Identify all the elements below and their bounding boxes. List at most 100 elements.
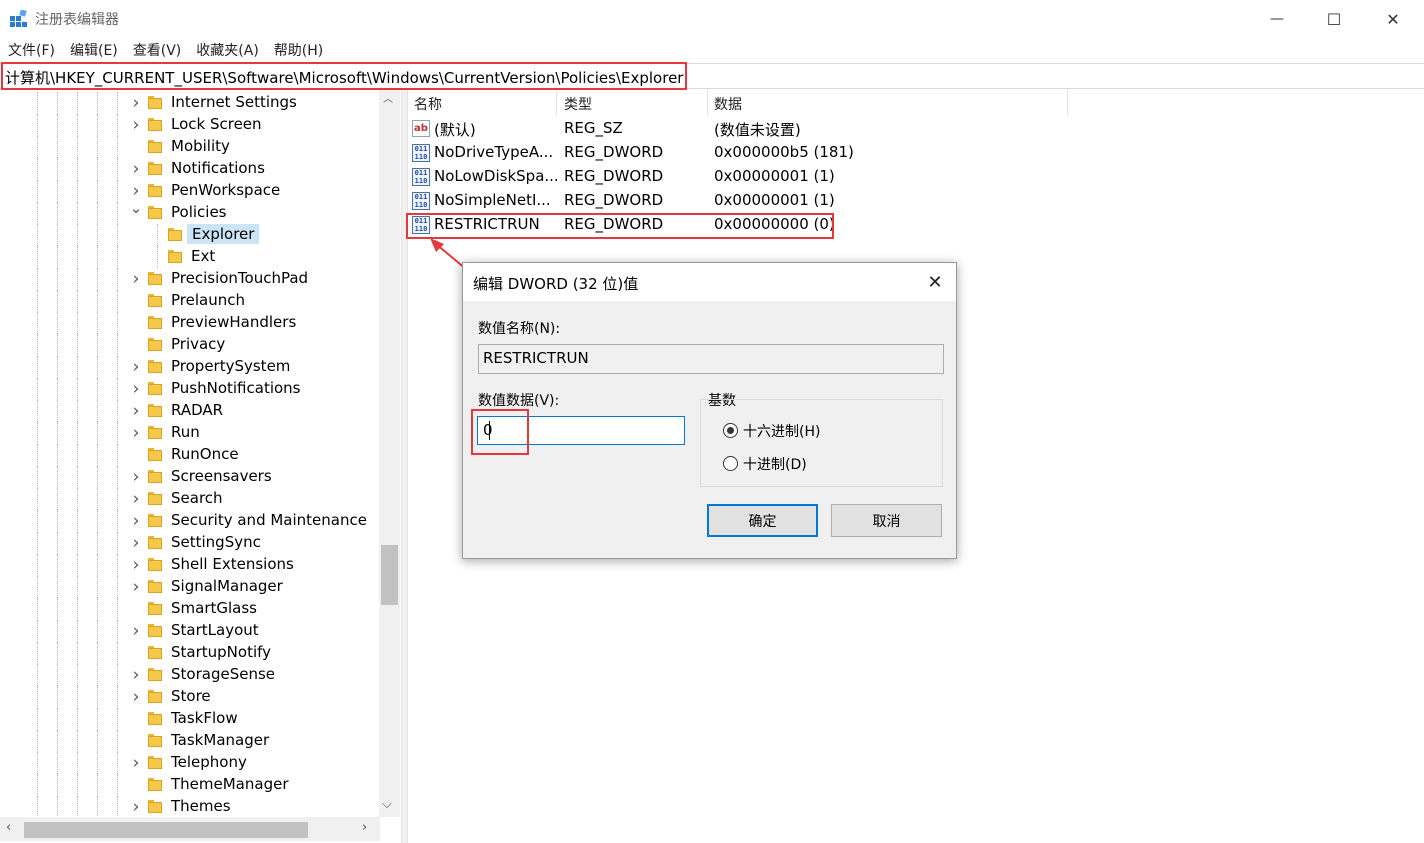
expand-chevron-icon[interactable]: › <box>129 576 143 598</box>
close-button[interactable]: ✕ <box>1364 0 1422 38</box>
tree-guide-line <box>117 290 118 312</box>
tree-item[interactable]: › Run <box>0 422 380 444</box>
expand-chevron-icon[interactable]: › <box>129 620 143 642</box>
folder-icon <box>148 404 162 418</box>
expand-chevron-icon[interactable]: › <box>129 466 143 488</box>
tree-item[interactable]: Explorer <box>0 224 380 246</box>
hex-radio-label[interactable]: 十六进制(H) <box>743 421 820 441</box>
tree-item[interactable]: › Notifications <box>0 158 380 180</box>
ok-button[interactable]: 确定 <box>707 504 818 537</box>
tree-item[interactable]: › SignalManager <box>0 576 380 598</box>
tree-item[interactable]: › Telephony <box>0 752 380 774</box>
dialog-close-icon[interactable]: ✕ <box>918 268 952 296</box>
minimize-button[interactable]: — <box>1248 0 1306 38</box>
expand-chevron-icon[interactable]: › <box>129 510 143 532</box>
tree-item[interactable]: › Themes <box>0 796 380 817</box>
expand-chevron-icon[interactable]: › <box>129 378 143 400</box>
maximize-button[interactable]: ☐ <box>1305 0 1363 38</box>
decimal-radio[interactable] <box>723 456 738 471</box>
menu-favorites[interactable]: 收藏夹(A) <box>188 40 266 60</box>
column-divider[interactable] <box>1067 90 1068 116</box>
menu-view[interactable]: 查看(V) <box>125 40 189 60</box>
expand-chevron-icon[interactable]: › <box>129 158 143 180</box>
expand-chevron-icon[interactable]: › <box>129 92 143 114</box>
folder-icon <box>148 514 162 528</box>
column-header-data[interactable]: 数据 <box>714 94 742 114</box>
tree-item[interactable]: › PrecisionTouchPad <box>0 268 380 290</box>
tree-vertical-scroll-thumb[interactable] <box>381 545 398 605</box>
expand-chevron-icon[interactable]: › <box>129 796 143 817</box>
expand-chevron-icon[interactable]: › <box>129 400 143 422</box>
list-row-restrictrun[interactable]: 011 110 RESTRICTRUN REG_DWORD 0x00000000 … <box>408 213 1424 237</box>
address-path[interactable]: 计算机\HKEY_CURRENT_USER\Software\Microsoft… <box>5 67 683 88</box>
tree-item[interactable]: Mobility <box>0 136 380 158</box>
tree-item[interactable]: › Shell Extensions <box>0 554 380 576</box>
menu-edit[interactable]: 编辑(E) <box>62 40 125 60</box>
scroll-right-arrow-icon[interactable]: › <box>362 820 367 835</box>
tree-item[interactable]: › Screensavers <box>0 466 380 488</box>
expand-chevron-icon[interactable]: › <box>129 422 143 444</box>
scroll-up-arrow-icon[interactable]: ︿ <box>383 90 393 105</box>
expand-chevron-icon[interactable]: › <box>129 554 143 576</box>
scroll-left-arrow-icon[interactable]: ‹ <box>6 820 11 835</box>
value-data-input[interactable]: 0 <box>477 416 685 445</box>
tree-item[interactable]: › PropertySystem <box>0 356 380 378</box>
tree-horizontal-scroll-thumb[interactable] <box>24 822 308 838</box>
key-tree[interactable]: › Internet Settings › Lock Screen Mobility › N… <box>0 90 401 817</box>
tree-guide-line <box>97 620 98 642</box>
expand-chevron-icon[interactable]: › <box>129 752 143 774</box>
tree-item[interactable]: SmartGlass <box>0 598 380 620</box>
tree-item[interactable]: › PushNotifications <box>0 378 380 400</box>
tree-item[interactable]: › PenWorkspace <box>0 180 380 202</box>
list-row[interactable]: 011 110 NoSimpleNetI... REG_DWORD 0x00000… <box>408 189 1424 213</box>
expand-chevron-icon[interactable]: › <box>129 114 143 136</box>
tree-item[interactable]: › StartLayout <box>0 620 380 642</box>
tree-item[interactable]: › Lock Screen <box>0 114 380 136</box>
collapse-chevron-icon[interactable]: ⌄ <box>129 197 143 219</box>
address-bar[interactable]: 计算机\HKEY_CURRENT_USER\Software\Microsoft… <box>0 63 1424 89</box>
tree-item[interactable]: Privacy <box>0 334 380 356</box>
tree-item-label: Internet Settings <box>171 93 297 111</box>
tree-item[interactable]: › RADAR <box>0 400 380 422</box>
folder-icon <box>148 536 162 550</box>
expand-chevron-icon[interactable]: › <box>129 356 143 378</box>
tree-vertical-scrollbar[interactable]: ︿ ⌵ <box>379 90 400 817</box>
expand-chevron-icon[interactable]: › <box>129 488 143 510</box>
tree-item[interactable]: › Security and Maintenance <box>0 510 380 532</box>
tree-item[interactable]: ThemeManager <box>0 774 380 796</box>
column-divider[interactable] <box>707 90 708 116</box>
tree-item[interactable]: PreviewHandlers <box>0 312 380 334</box>
hex-radio[interactable] <box>723 423 738 438</box>
column-header-type[interactable]: 类型 <box>564 94 592 114</box>
column-divider[interactable] <box>556 90 557 116</box>
tree-item[interactable]: › Internet Settings <box>0 92 380 114</box>
folder-icon <box>148 690 162 704</box>
expand-chevron-icon[interactable]: › <box>129 686 143 708</box>
list-row[interactable]: 011 110 NoLowDiskSpa... REG_DWORD 0x00000… <box>408 165 1424 189</box>
column-header-name[interactable]: 名称 <box>414 94 442 114</box>
tree-item[interactable]: › StorageSense <box>0 664 380 686</box>
tree-item[interactable]: RunOnce <box>0 444 380 466</box>
tree-item[interactable]: TaskFlow <box>0 708 380 730</box>
tree-item[interactable]: TaskManager <box>0 730 380 752</box>
menu-file[interactable]: 文件(F) <box>0 40 62 60</box>
tree-item[interactable]: › Search <box>0 488 380 510</box>
tree-item[interactable]: › Store <box>0 686 380 708</box>
tree-guide-line <box>97 510 98 532</box>
cancel-button[interactable]: 取消 <box>831 504 942 537</box>
tree-item[interactable]: StartupNotify <box>0 642 380 664</box>
expand-chevron-icon[interactable]: › <box>129 532 143 554</box>
menu-help[interactable]: 帮助(H) <box>266 40 330 60</box>
tree-item[interactable]: › SettingSync <box>0 532 380 554</box>
expand-chevron-icon[interactable]: › <box>129 268 143 290</box>
tree-item[interactable]: ⌄ Policies <box>0 199 380 224</box>
tree-item[interactable]: Ext <box>0 246 380 268</box>
scroll-down-arrow-icon[interactable]: ⌵ <box>382 797 392 812</box>
decimal-radio-label[interactable]: 十进制(D) <box>743 454 807 474</box>
pane-splitter[interactable] <box>401 90 408 843</box>
list-row[interactable]: 011 110 NoDriveTypeA... REG_DWORD 0x00000… <box>408 141 1424 165</box>
expand-chevron-icon[interactable]: › <box>129 664 143 686</box>
list-row[interactable]: ab (默认) REG_SZ (数值未设置) <box>408 117 1424 141</box>
tree-item[interactable]: Prelaunch <box>0 290 380 312</box>
edit-dword-dialog: 编辑 DWORD (32 位)值 ✕ 数值名称(N): RESTRICTRUN … <box>462 262 957 559</box>
